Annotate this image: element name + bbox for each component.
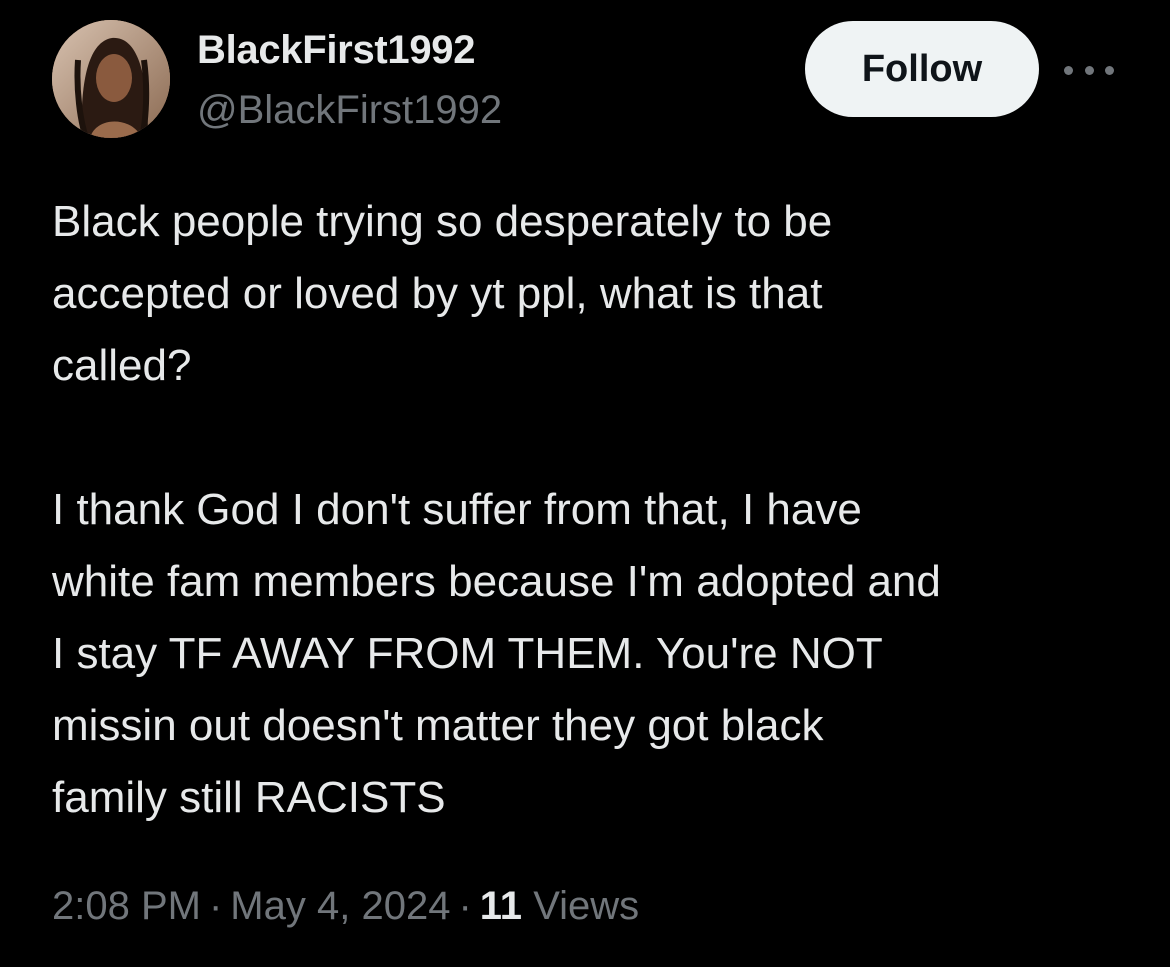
tweet-time[interactable]: 2:08 PM [52, 884, 201, 928]
user-handle[interactable]: @BlackFirst1992 [197, 88, 502, 133]
tweet-paragraph-2: I thank God I don't suffer from that, I … [52, 485, 941, 822]
dot [1064, 65, 1073, 75]
avatar-image [52, 20, 170, 138]
display-name[interactable]: BlackFirst1992 [197, 28, 476, 73]
separator: · [458, 884, 472, 928]
tweet-card: BlackFirst1992 @BlackFirst1992 Follow Bl… [0, 0, 1170, 967]
views-count[interactable]: 11 [480, 884, 522, 928]
follow-button[interactable]: Follow [805, 21, 1039, 117]
views-label: Views [533, 884, 640, 928]
dot [1105, 65, 1114, 75]
separator: · [208, 884, 223, 928]
tweet-paragraph-1: Black people trying so desperately to be… [52, 197, 833, 390]
dot [1084, 65, 1094, 75]
tweet-text: Black people trying so desperately to be… [52, 186, 1142, 834]
tweet-date[interactable]: May 4, 2024 [230, 884, 450, 928]
avatar[interactable] [52, 20, 170, 138]
more-horizontal-icon[interactable] [1064, 58, 1114, 82]
tweet-meta: 2:08 PM · May 4, 2024 · 11 Views [52, 884, 639, 929]
